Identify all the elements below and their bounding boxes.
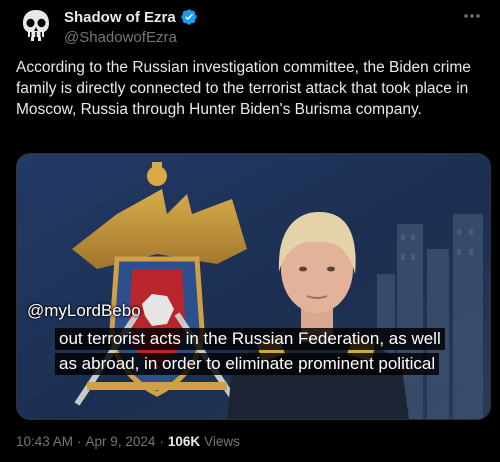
avatar[interactable] bbox=[16, 6, 56, 46]
video-frame bbox=[17, 154, 490, 419]
skull-icon bbox=[16, 6, 56, 46]
meta-separator-2: · bbox=[159, 434, 164, 449]
tweet-meta: 10:43 AM · Apr 9, 2024 · 106K Views bbox=[16, 434, 240, 449]
tweet-text: According to the Russian investigation c… bbox=[16, 59, 471, 118]
meta-separator: · bbox=[77, 434, 82, 449]
post-date[interactable]: Apr 9, 2024 bbox=[86, 434, 156, 449]
post-time[interactable]: 10:43 AM bbox=[16, 434, 73, 449]
video-player[interactable]: @myLordBebo out terrorist acts in the Ru… bbox=[16, 153, 491, 420]
video-subtitle-line-1: out terrorist acts in the Russian Federa… bbox=[55, 328, 445, 350]
tweet: Shadow of Ezra @ShadowofEzra According t… bbox=[0, 0, 500, 462]
views-count[interactable]: 106K bbox=[168, 434, 200, 449]
more-horizontal-icon bbox=[464, 14, 480, 18]
views-label: Views bbox=[204, 434, 240, 449]
author-block: Shadow of Ezra @ShadowofEzra bbox=[64, 7, 198, 46]
video-watermark: @myLordBebo bbox=[27, 301, 141, 320]
verified-badge-icon[interactable] bbox=[180, 8, 198, 26]
display-name[interactable]: Shadow of Ezra bbox=[64, 9, 176, 26]
video-subtitle-line-2: as abroad, in order to eliminate promine… bbox=[55, 353, 440, 375]
handle[interactable]: @ShadowofEzra bbox=[64, 29, 198, 46]
more-options-button[interactable] bbox=[458, 6, 486, 26]
